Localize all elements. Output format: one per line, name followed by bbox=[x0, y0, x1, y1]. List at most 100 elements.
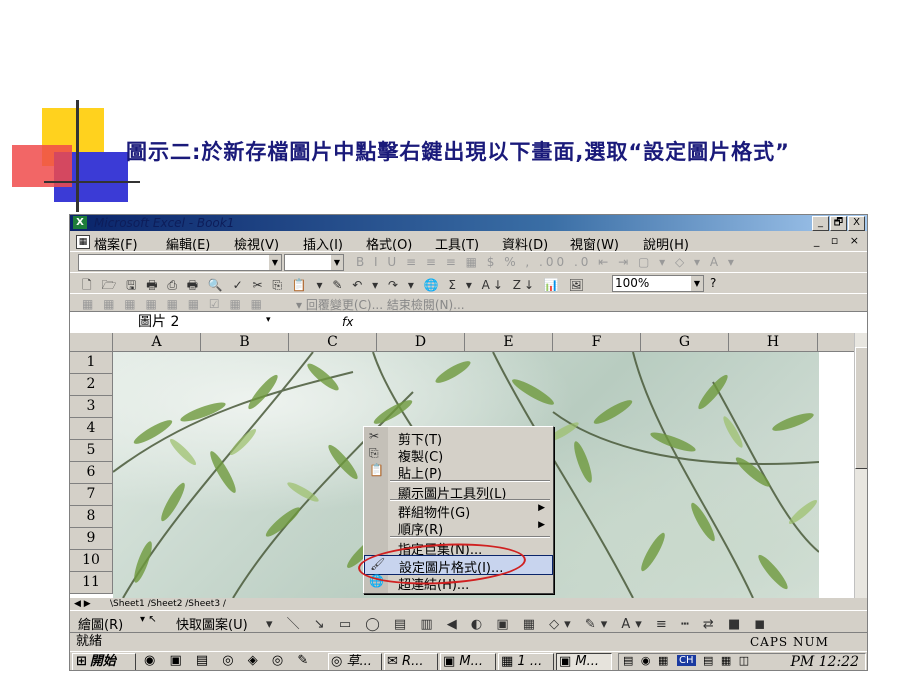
column-header[interactable]: B bbox=[201, 333, 289, 352]
formula-bar: 圖片 2 ▾ fx bbox=[70, 311, 867, 334]
task-icon: ◎ bbox=[331, 654, 347, 669]
close-button[interactable]: X bbox=[848, 216, 865, 231]
row-header[interactable]: 10 bbox=[70, 550, 113, 572]
draw-menu-button[interactable]: 繪圖(R) bbox=[78, 614, 123, 633]
scrollbar-thumb[interactable] bbox=[855, 347, 867, 469]
task-label: M... bbox=[575, 654, 600, 669]
row-header[interactable]: 7 bbox=[70, 484, 113, 506]
title-bar[interactable]: X Microsoft Excel - Book1 _ 🗗 X bbox=[70, 215, 867, 231]
column-header-partial[interactable] bbox=[818, 333, 855, 352]
chevron-down-icon[interactable]: ▼ bbox=[691, 276, 703, 291]
document-icon[interactable]: ▦ bbox=[76, 235, 90, 249]
window-title: Microsoft Excel - Book1 bbox=[94, 216, 235, 230]
excel-app-icon[interactable]: X bbox=[73, 216, 87, 229]
keyboard-indicators: CAPS NUM bbox=[750, 635, 829, 649]
menu-item-show-picture-toolbar[interactable]: 顯示圖片工具列(L) bbox=[364, 482, 553, 502]
column-header[interactable]: C bbox=[289, 333, 377, 352]
menu-item-paste[interactable]: 📋 貼上(P) bbox=[364, 462, 553, 482]
font-name-combo[interactable]: ▼ bbox=[78, 254, 282, 271]
help-icon[interactable]: ? bbox=[710, 276, 716, 290]
row-header[interactable]: 8 bbox=[70, 506, 113, 528]
row-header[interactable]: 6 bbox=[70, 462, 113, 484]
chevron-down-icon[interactable]: ▼ bbox=[269, 255, 281, 270]
task-button[interactable]: ◎ 草... bbox=[328, 653, 382, 670]
row-header[interactable]: 11 bbox=[70, 572, 113, 594]
slide-title: 圖示二:於新存檔圖片中點擊右鍵出現以下畫面,選取“設定圖片格式” bbox=[126, 140, 790, 164]
windows-logo-icon: ⊞ bbox=[76, 654, 87, 669]
row-header[interactable]: 3 bbox=[70, 396, 113, 418]
task-label: 1 ... bbox=[517, 654, 543, 669]
menu-item-cut[interactable]: ✂ 剪下(T) bbox=[364, 428, 553, 448]
vertical-scrollbar[interactable] bbox=[854, 333, 867, 598]
ime-indicator[interactable]: CH bbox=[677, 655, 696, 666]
quick-launch-icons[interactable]: ◉ ▣ ▤ ◎ ◈ ◎ ✎ bbox=[144, 653, 313, 668]
task-button-active[interactable]: ▣ M... bbox=[556, 653, 612, 670]
excel-task-icon: ▣ bbox=[559, 654, 576, 669]
system-tray: ▤ ◉ ▦ CH ▤ ▦ ◫ PM 12:22 bbox=[618, 653, 866, 670]
scissors-icon: ✂ bbox=[369, 429, 380, 443]
column-header[interactable]: E bbox=[465, 333, 553, 352]
task-icon: ▦ bbox=[501, 654, 518, 669]
standard-toolbar: 🗋 🗁 🖫 🖶 ⎙ 🖶 🔍 ✓ ✂ ⎘ 📋 ▾ ✎ ↶ ▾ ↷ ▾ 🌐 Σ ▾ … bbox=[70, 272, 867, 294]
restore-button[interactable]: 🗗 bbox=[830, 216, 847, 231]
autoshapes-button[interactable]: 快取圖案(U) bbox=[176, 614, 248, 633]
column-header[interactable]: D bbox=[377, 333, 465, 352]
name-box-dropdown-icon[interactable]: ▾ bbox=[266, 315, 271, 325]
select-all-corner[interactable] bbox=[70, 333, 113, 352]
chevron-down-icon[interactable]: ▼ bbox=[331, 255, 343, 270]
windows-taskbar: ⊞ 開始 ◉ ▣ ▤ ◎ ◈ ◎ ✎ ◎ 草... ✉ R... ▣ M... ▦… bbox=[70, 651, 867, 670]
row-header[interactable]: 5 bbox=[70, 440, 113, 462]
font-size-combo[interactable]: ▼ bbox=[284, 254, 344, 271]
menu-item-grouping[interactable]: 群組物件(G) ▶ bbox=[364, 501, 553, 521]
mail-icon: ✉ bbox=[387, 654, 403, 669]
tray-icons[interactable]: ▤ ◉ ▦ bbox=[623, 654, 670, 667]
column-header[interactable]: A bbox=[113, 333, 201, 352]
status-bar: 就緒 CAPS NUM bbox=[70, 632, 867, 651]
task-label: R... bbox=[402, 654, 424, 669]
minimize-button[interactable]: _ bbox=[812, 216, 829, 231]
start-label: 開始 bbox=[89, 654, 116, 669]
copy-icon: ⎘ bbox=[369, 446, 379, 460]
sheet-tabs[interactable]: ◀ ▶ \Sheet1 /Sheet2 /Sheet3 / bbox=[70, 598, 867, 610]
row-header[interactable]: 4 bbox=[70, 418, 113, 440]
sheet-tab-list[interactable]: \Sheet1 /Sheet2 /Sheet3 / bbox=[110, 598, 226, 610]
menu-bar: ▦ 檔案(F) 編輯(E) 檢視(V) 插入(I) 格式(O) 工具(T) 資料… bbox=[70, 232, 867, 253]
task-button[interactable]: ▣ M... bbox=[440, 653, 496, 670]
status-text: 就緒 bbox=[76, 634, 103, 649]
task-label: 草... bbox=[346, 654, 372, 669]
zoom-combo[interactable]: 100% ▼ bbox=[612, 275, 704, 292]
menu-item-order[interactable]: 順序(R) ▶ bbox=[364, 518, 553, 538]
name-box[interactable]: 圖片 2 bbox=[70, 312, 270, 333]
drawing-toolbar: 繪圖(R) ▾ ↖ 快取圖案(U) ▾ ＼ ↘ ▭ ◯ ▤ ▥ ◀ ◐ ▣ ▦ … bbox=[70, 610, 867, 633]
task-button[interactable]: ▦ 1 ... bbox=[498, 653, 554, 670]
start-button[interactable]: ⊞ 開始 bbox=[72, 653, 136, 670]
formula-input[interactable] bbox=[362, 312, 867, 333]
task-button[interactable]: ✉ R... bbox=[384, 653, 438, 670]
column-header[interactable]: F bbox=[553, 333, 641, 352]
tab-nav-icon[interactable]: ◀ ▶ bbox=[74, 598, 91, 610]
deco-vertical-line bbox=[76, 100, 79, 212]
window-controls: _ 🗗 X bbox=[811, 216, 865, 231]
column-header[interactable]: G bbox=[641, 333, 729, 352]
column-header[interactable]: H bbox=[729, 333, 818, 352]
mdi-controls[interactable]: _ ▫ × bbox=[814, 234, 863, 247]
menu-item-copy[interactable]: ⎘ 複製(C) bbox=[364, 445, 553, 465]
formatting-toolbar: ▼ ▼ B I U ≡ ≡ ≡ ▦ $ % , .00 .0 ⇤ ⇥ ▢ ▾ ◇… bbox=[70, 251, 867, 273]
tray-icons-2[interactable]: ▤ ▦ ◫ bbox=[703, 654, 751, 667]
row-header[interactable]: 2 bbox=[70, 374, 113, 396]
fx-icon[interactable]: fx bbox=[342, 315, 353, 329]
row-header[interactable]: 9 bbox=[70, 528, 113, 550]
task-label: M... bbox=[459, 654, 484, 669]
reviewing-icons[interactable]: ▦ ▦ ▦ ▦ ▦ ▦ ☑ ▦ ▦ bbox=[82, 297, 265, 311]
clock: PM 12:22 bbox=[790, 654, 859, 670]
name-box-value: 圖片 2 bbox=[138, 314, 180, 330]
submenu-arrow-icon: ▶ bbox=[538, 503, 545, 513]
paste-icon: 📋 bbox=[369, 463, 384, 477]
reviewing-toolbar: ▦ ▦ ▦ ▦ ▦ ▦ ☑ ▦ ▦ ▾ 回覆變更(C)... 結束檢閱(N)..… bbox=[70, 293, 867, 312]
drawing-tool-icons[interactable]: ▾ ＼ ↘ ▭ ◯ ▤ ▥ ◀ ◐ ▣ ▦ ◇▾ ✎▾ A▾ ≡ ┅ ⇄ ■ ◼ bbox=[266, 613, 770, 632]
task-icon: ▣ bbox=[443, 654, 460, 669]
formatting-buttons[interactable]: B I U ≡ ≡ ≡ ▦ $ % , .00 .0 ⇤ ⇥ ▢ ▾ ◇ ▾ A… bbox=[356, 255, 737, 269]
row-header[interactable]: 1 bbox=[70, 352, 113, 374]
zoom-value: 100% bbox=[615, 276, 650, 290]
chevron-down-icon[interactable]: ▾ ↖ bbox=[140, 614, 157, 625]
